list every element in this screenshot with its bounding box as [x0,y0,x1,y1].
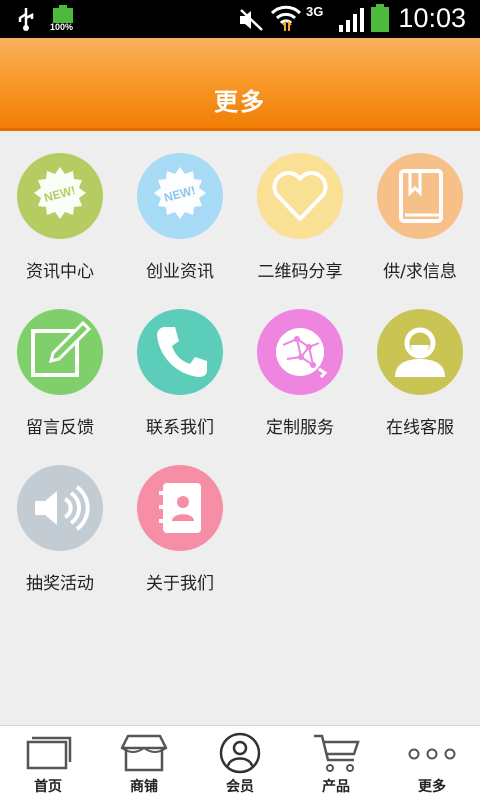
mute-icon [240,9,263,31]
grid-item-label: 在线客服 [386,418,454,438]
nav-more[interactable]: 更多 [384,726,480,801]
grid-item-lottery[interactable]: 抽奖活动 [0,443,120,599]
grid-item-supply-demand[interactable]: 供/求信息 [360,131,480,287]
nav-products[interactable]: 产品 [288,726,384,801]
grid-item-label: 留言反馈 [26,418,94,438]
speaker-icon [35,485,90,531]
contacts-icon [159,483,201,533]
wifi-icon [270,5,302,31]
new-badge-icon: NEW! [154,167,206,219]
grid-item-about-us[interactable]: 关于我们 [120,443,240,599]
heart-icon [272,171,328,221]
network-type: 3G [306,4,324,19]
grid-item-qr-share[interactable]: 二维码分享 [240,131,360,287]
shop-icon [120,734,168,772]
nav-label: 更多 [418,779,446,795]
new-badge-icon: NEW! [34,167,86,219]
battery-icon [371,4,389,32]
grid-item-startup-news[interactable]: NEW! 创业资讯 [120,131,240,287]
grid-item-label: 关于我们 [146,574,214,594]
grid-item-online-service[interactable]: 在线客服 [360,287,480,443]
nav-shop[interactable]: 商铺 [96,726,192,801]
grid-item-label: 供/求信息 [383,262,457,282]
battery-percent: 100% [50,22,74,32]
nav-label: 产品 [322,779,350,795]
bottom-nav: 首页 商铺 会员 产品 更多 [0,725,480,801]
grid-item-news-center[interactable]: NEW! 资讯中心 [0,131,120,287]
menu-grid: NEW! 资讯中心 NEW! 创业资讯 二维码分享 供/求信息 留言反馈 联系我… [0,131,480,725]
page-title: 更多 [214,88,266,116]
phone-icon [157,327,207,377]
user-icon [395,327,445,377]
battery-icon [53,5,73,23]
nav-label: 会员 [226,779,254,795]
grid-item-label: 二维码分享 [257,262,343,282]
grid-item-feedback[interactable]: 留言反馈 [0,287,120,443]
grid-item-label: 联系我们 [146,418,214,438]
cart-icon [314,734,360,772]
home-icon [26,736,72,770]
signal-icon [339,8,364,32]
edit-icon [31,320,92,377]
clock: 10:03 [398,3,466,33]
grid-item-label: 抽奖活动 [26,574,94,594]
book-icon [399,169,443,223]
grid-item-label: 资讯中心 [26,262,94,282]
nav-label: 商铺 [130,779,158,795]
nav-label: 首页 [34,779,62,795]
globe-icon [276,328,328,379]
grid-item-label: 创业资讯 [146,262,214,282]
grid-item-custom-service[interactable]: 定制服务 [240,287,360,443]
grid-item-label: 定制服务 [266,418,334,438]
nav-member[interactable]: 会员 [192,726,288,801]
nav-home[interactable]: 首页 [0,726,96,801]
member-icon [219,732,261,774]
more-icon [408,748,456,760]
title-bar: 更多 [0,38,480,131]
status-bar: 100% 3G 10:03 [0,0,480,38]
usb-icon [18,8,34,31]
grid-item-contact-us[interactable]: 联系我们 [120,287,240,443]
